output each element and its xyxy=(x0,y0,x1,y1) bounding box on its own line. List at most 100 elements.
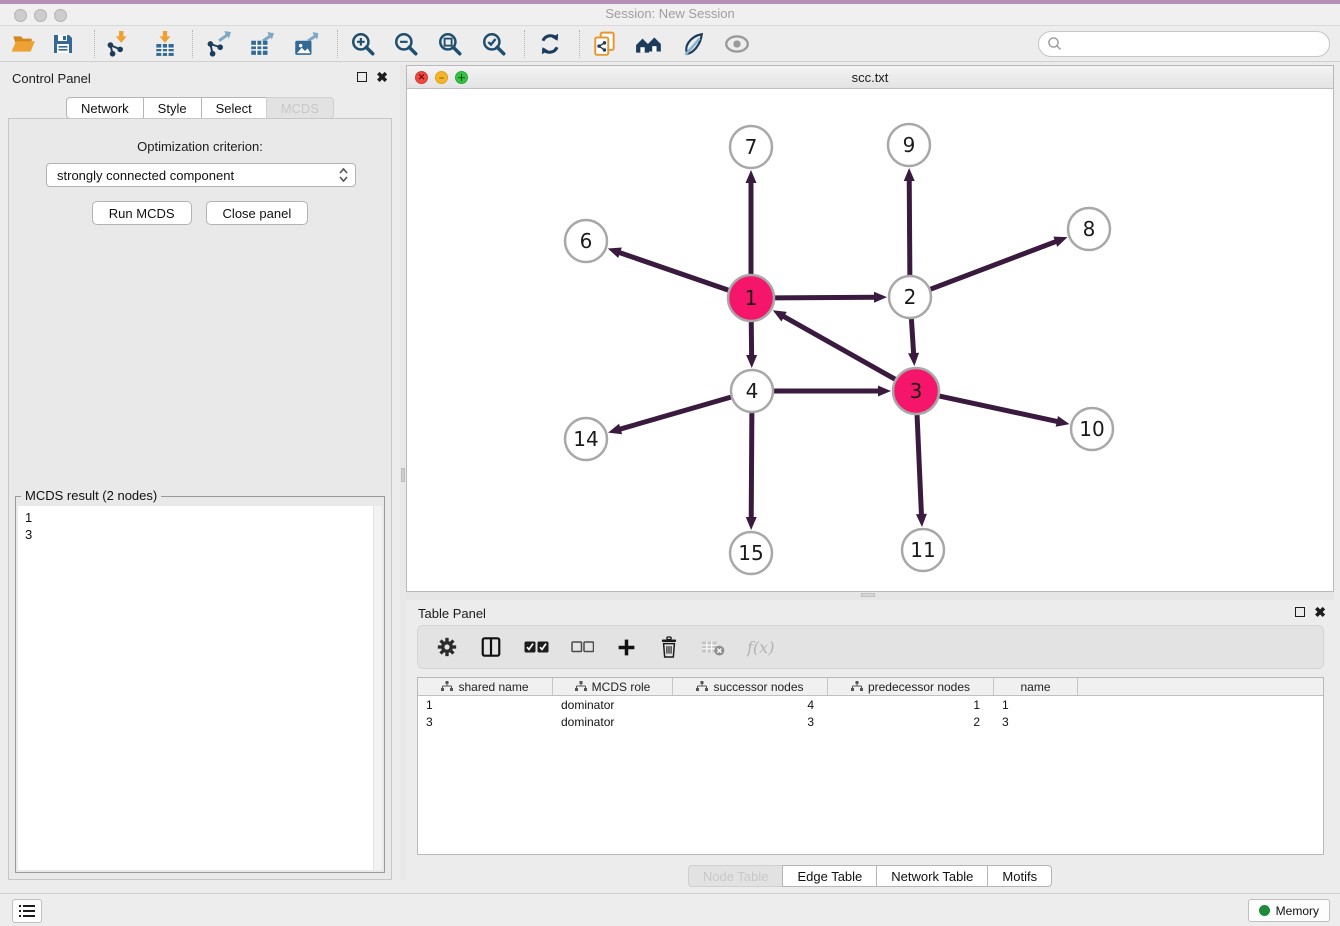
delete-column-icon[interactable] xyxy=(659,636,679,658)
zoom-selected-icon[interactable] xyxy=(477,29,511,59)
float-table-panel-icon[interactable] xyxy=(1295,607,1305,617)
export-table-icon[interactable] xyxy=(244,29,278,59)
run-mcds-button[interactable]: Run MCDS xyxy=(92,201,192,225)
table-cell[interactable]: 3 xyxy=(994,713,1078,730)
tab-node-table[interactable]: Node Table xyxy=(688,865,784,887)
control-panel-header: Control Panel ✖ xyxy=(0,65,400,91)
network-graph: 7968124314101511 xyxy=(407,89,1333,591)
horizontal-splitter[interactable] xyxy=(406,592,1334,600)
table-cell[interactable]: 3 xyxy=(418,713,553,730)
network-canvas[interactable]: 7968124314101511 xyxy=(407,89,1333,591)
clone-network-icon[interactable] xyxy=(588,29,622,59)
gear-icon[interactable] xyxy=(436,636,458,658)
save-session-icon[interactable] xyxy=(46,29,80,59)
graph-edge-2-9[interactable] xyxy=(909,179,910,275)
graph-node-label: 10 xyxy=(1079,417,1104,441)
memory-button[interactable]: Memory xyxy=(1248,899,1330,922)
result-scrollbar[interactable] xyxy=(373,506,382,870)
search-field xyxy=(1038,31,1330,57)
export-network-icon[interactable] xyxy=(201,29,235,59)
column-header-MCDS-role[interactable]: MCDS role xyxy=(553,678,673,695)
memory-status-icon xyxy=(1259,905,1270,916)
table-body: 1dominator4113dominator323 xyxy=(418,696,1323,730)
export-image-icon[interactable] xyxy=(288,29,322,59)
table-cell[interactable]: 1 xyxy=(994,696,1078,713)
control-panel: Control Panel ✖ Network Style Select MCD… xyxy=(0,65,400,880)
graph-edge-3-11[interactable] xyxy=(917,415,921,516)
tab-select[interactable]: Select xyxy=(201,97,267,119)
zoom-fit-icon[interactable] xyxy=(433,29,467,59)
table-cell[interactable]: 2 xyxy=(828,713,994,730)
os-titlebar: Session: New Session xyxy=(0,0,1340,26)
graph-edge-3-1[interactable] xyxy=(782,316,895,380)
tab-network-table[interactable]: Network Table xyxy=(876,865,988,887)
graph-edge-3-10[interactable] xyxy=(939,396,1058,422)
refresh-layout-icon[interactable] xyxy=(533,29,567,59)
zoom-out-icon[interactable] xyxy=(389,29,423,59)
home-icon[interactable] xyxy=(632,29,666,59)
graph-edge-4-14[interactable] xyxy=(619,397,731,429)
import-table-icon[interactable] xyxy=(148,29,182,59)
arrowhead-icon xyxy=(908,353,919,366)
splitter-grip[interactable] xyxy=(401,468,405,482)
column-header-predecessor-nodes[interactable]: predecessor nodes xyxy=(828,678,994,695)
table-tabs: Node Table Edge Table Network Table Moti… xyxy=(406,865,1334,887)
graph-node-label: 1 xyxy=(745,286,758,310)
arrowhead-icon xyxy=(916,514,927,527)
graph-edge-2-3[interactable] xyxy=(911,319,913,355)
graph-edge-1-6[interactable] xyxy=(618,252,728,290)
zoom-in-icon[interactable] xyxy=(346,29,380,59)
network-window-titlebar[interactable]: ✕ − ＋ scc.txt xyxy=(407,66,1333,89)
select-all-checkboxes-icon[interactable] xyxy=(524,639,549,655)
table-cell[interactable]: dominator xyxy=(553,713,673,730)
close-panel-button[interactable]: Close panel xyxy=(206,201,309,225)
mcds-result-textarea[interactable]: 1 3 xyxy=(18,506,382,870)
column-header-name[interactable]: name xyxy=(994,678,1078,695)
table-row[interactable]: 3dominator323 xyxy=(418,713,1323,730)
open-session-icon[interactable] xyxy=(6,29,40,59)
delete-table-icon[interactable] xyxy=(701,637,725,657)
search-input[interactable] xyxy=(1063,37,1329,52)
tab-motifs[interactable]: Motifs xyxy=(987,865,1052,887)
tab-edge-table[interactable]: Edge Table xyxy=(782,865,877,887)
tab-network[interactable]: Network xyxy=(66,97,144,119)
table-cell[interactable]: dominator xyxy=(553,696,673,713)
table-cell[interactable]: 1 xyxy=(418,696,553,713)
column-header-shared-name[interactable]: shared name xyxy=(418,678,553,695)
optimization-criterion-dropdown[interactable]: strongly connected component xyxy=(46,163,356,187)
dropdown-selected-value: strongly connected component xyxy=(57,168,338,183)
graph-node-label: 2 xyxy=(904,285,917,309)
table-cell[interactable]: 1 xyxy=(828,696,994,713)
close-table-panel-icon[interactable]: ✖ xyxy=(1314,607,1326,617)
arrowhead-icon xyxy=(746,517,757,530)
toolbar-separator xyxy=(524,30,525,58)
table-cell[interactable]: 4 xyxy=(673,696,828,713)
table-row[interactable]: 1dominator411 xyxy=(418,696,1323,713)
tab-mcds[interactable]: MCDS xyxy=(266,97,334,119)
toolbar-separator xyxy=(579,30,580,58)
table-cell[interactable]: 3 xyxy=(673,713,828,730)
graph-edge-1-2[interactable] xyxy=(775,297,876,298)
add-column-icon[interactable] xyxy=(616,637,637,658)
column-selector-icon[interactable] xyxy=(480,636,502,658)
style-brush-icon[interactable] xyxy=(675,29,709,59)
hierarchy-sort-icon xyxy=(441,681,453,692)
column-header-successor-nodes[interactable]: successor nodes xyxy=(673,678,828,695)
task-history-button[interactable] xyxy=(12,899,42,923)
memory-label: Memory xyxy=(1276,904,1319,918)
clear-checkboxes-icon[interactable] xyxy=(571,640,594,654)
hide-eye-icon[interactable] xyxy=(720,29,754,59)
graph-edge-2-8[interactable] xyxy=(931,241,1058,289)
node-table: shared nameMCDS rolesuccessor nodesprede… xyxy=(417,677,1324,855)
tab-style[interactable]: Style xyxy=(143,97,202,119)
graph-node-label: 15 xyxy=(738,541,763,565)
close-panel-icon[interactable]: ✖ xyxy=(376,72,388,82)
import-network-icon[interactable] xyxy=(101,29,135,59)
control-panel-tabs: Network Style Select MCDS xyxy=(0,97,400,119)
splitter-grip[interactable] xyxy=(861,593,875,597)
graph-edge-4-15[interactable] xyxy=(751,413,752,519)
mcds-panel-body: Optimization criterion: strongly connect… xyxy=(8,118,392,880)
function-builder-icon[interactable]: f(x) xyxy=(747,638,774,657)
float-panel-icon[interactable] xyxy=(357,72,367,82)
table-panel: Table Panel ✖ f(x) shared nameMCDS roles… xyxy=(406,600,1334,893)
